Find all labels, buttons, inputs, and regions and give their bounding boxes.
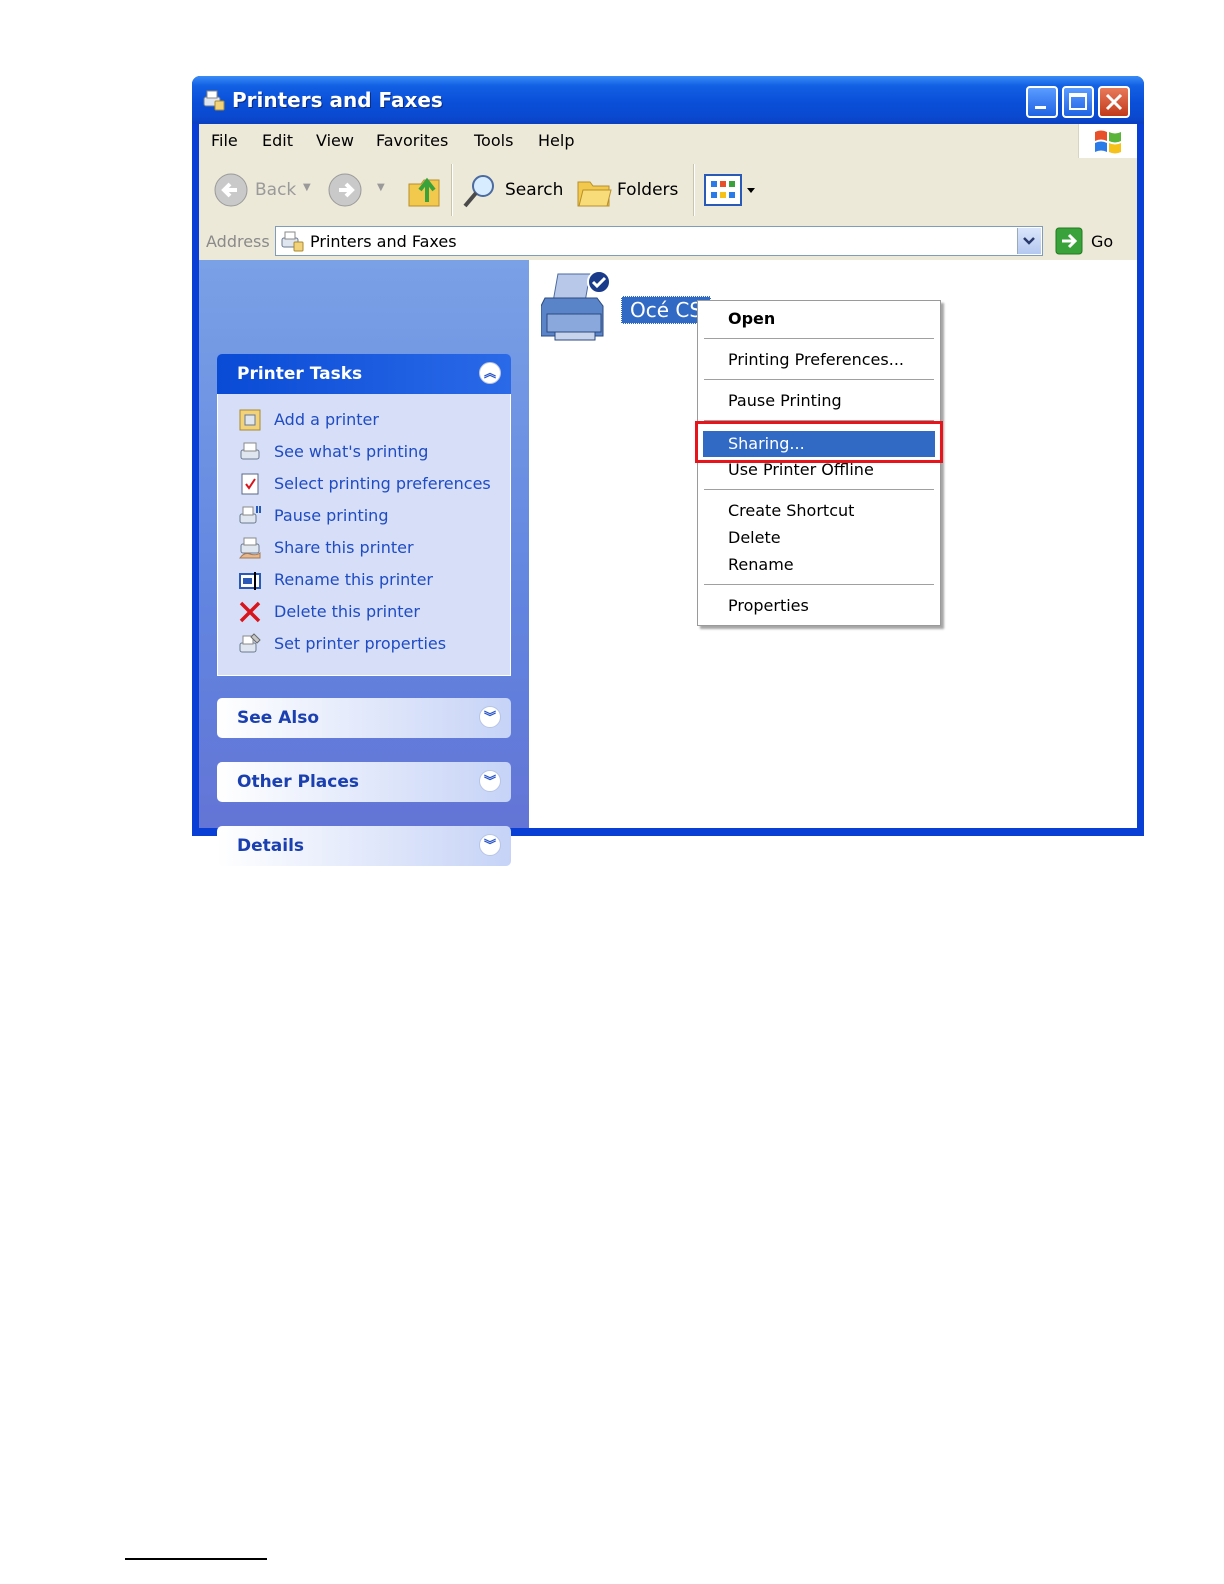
collapse-chevron-icon[interactable]: ︽: [479, 362, 501, 384]
add-printer-icon: [239, 409, 261, 431]
printer-folder-icon: [203, 90, 225, 111]
maximize-button[interactable]: [1062, 86, 1094, 118]
expand-chevron-icon[interactable]: ︾: [479, 834, 501, 856]
print-queue-icon: [240, 442, 260, 460]
task-pane: Printer Tasks ︽ Add a printer See what's…: [199, 260, 529, 866]
windows-logo: [1078, 124, 1137, 158]
task-label: Pause printing: [274, 506, 389, 525]
menu-help[interactable]: Help: [538, 131, 574, 150]
address-bar: Address Printers and Faxes Go: [199, 222, 1137, 260]
search-button[interactable]: Search: [461, 168, 567, 212]
menu-separator: [704, 379, 934, 380]
printer-context-menu: Open Printing Preferences... Pause Print…: [697, 300, 941, 626]
folders-label: Folders: [617, 180, 679, 200]
footnote-rule: [125, 1558, 267, 1560]
default-printer-icon: [541, 270, 611, 341]
standard-toolbar: Back ▼ ▼ Search Folders: [199, 158, 1137, 223]
details-title: Details: [237, 836, 305, 856]
menu-view[interactable]: View: [316, 131, 354, 150]
window-title: Printers and Faxes: [232, 88, 443, 112]
folders-button[interactable]: Folders: [575, 168, 687, 212]
explorer-window: Printers and Faxes File Edit View Favori…: [192, 76, 1144, 866]
delete-x-icon: [239, 601, 261, 623]
menu-item-create-shortcut[interactable]: Create Shortcut: [728, 501, 854, 520]
title-bar[interactable]: Printers and Faxes: [192, 76, 1144, 124]
toolbar-separator: [451, 164, 453, 216]
menu-item-properties[interactable]: Properties: [728, 596, 809, 615]
task-label: See what's printing: [274, 442, 429, 461]
menu-favorites[interactable]: Favorites: [376, 131, 448, 150]
task-label: Delete this printer: [274, 602, 420, 621]
task-label: Set printer properties: [274, 634, 447, 653]
windows-flag-icon: [1095, 130, 1121, 154]
close-icon: [1105, 93, 1123, 111]
back-dropdown-icon: ▼: [303, 182, 311, 193]
rename-icon: [239, 572, 261, 590]
search-icon: [463, 175, 494, 208]
menu-bar: File Edit View Favorites Tools Help: [199, 124, 1137, 159]
address-dropdown-button[interactable]: [1017, 228, 1041, 254]
other-places-header[interactable]: Other Places ︾: [217, 762, 511, 802]
see-also-header[interactable]: See Also ︾: [217, 698, 511, 738]
task-label: Rename this printer: [274, 570, 433, 589]
menu-item-pause-printing[interactable]: Pause Printing: [728, 391, 842, 410]
views-grid-icon: [704, 174, 755, 206]
go-button[interactable]: Go: [1091, 232, 1113, 251]
printer-tasks-panel: Add a printer See what's printing Select…: [217, 394, 511, 676]
back-button[interactable]: Back ▼: [209, 168, 319, 212]
address-label: Address: [206, 232, 270, 251]
up-folder-button[interactable]: [405, 170, 443, 210]
printer-properties-icon: [239, 633, 261, 653]
printer-folder-icon: [281, 231, 304, 252]
expand-chevron-icon[interactable]: ︾: [479, 706, 501, 728]
task-label: Select printing preferences: [274, 474, 491, 493]
maximize-icon: [1069, 93, 1087, 110]
menu-edit[interactable]: Edit: [262, 131, 293, 150]
see-also-title: See Also: [237, 708, 320, 728]
pause-printer-icon: [239, 506, 261, 524]
back-arrow-icon: [214, 173, 248, 207]
chevron-down-icon: [1023, 237, 1035, 245]
address-input[interactable]: Printers and Faxes: [275, 226, 1043, 256]
search-label: Search: [505, 180, 564, 200]
sharing-callout-highlight: [695, 421, 943, 463]
task-label: Share this printer: [274, 538, 414, 557]
expand-chevron-icon[interactable]: ︾: [479, 770, 501, 792]
printer-tasks-title: Printer Tasks: [237, 364, 363, 384]
menu-item-rename[interactable]: Rename: [728, 555, 794, 574]
forward-dropdown-icon: ▼: [377, 182, 385, 193]
menu-item-delete[interactable]: Delete: [728, 528, 781, 547]
address-value: Printers and Faxes: [310, 232, 457, 251]
share-printer-icon: [239, 537, 261, 559]
printer-tasks-header[interactable]: Printer Tasks ︽: [217, 354, 511, 394]
forward-button[interactable]: ▼: [327, 168, 395, 212]
forward-arrow-icon: [328, 173, 362, 207]
folders-icon: [577, 181, 612, 207]
menu-item-open[interactable]: Open: [728, 309, 775, 328]
preferences-document-icon: [241, 473, 259, 495]
menu-tools[interactable]: Tools: [474, 131, 513, 150]
menu-separator: [704, 584, 934, 585]
close-button[interactable]: [1098, 86, 1130, 118]
task-label: Add a printer: [274, 410, 379, 429]
menu-file[interactable]: File: [211, 131, 238, 150]
minimize-button[interactable]: [1026, 86, 1058, 118]
go-arrow-icon[interactable]: [1055, 227, 1083, 255]
menu-separator: [704, 338, 934, 339]
menu-separator: [704, 489, 934, 490]
details-header[interactable]: Details ︾: [217, 826, 511, 866]
minimize-icon: [1035, 106, 1046, 109]
other-places-title: Other Places: [237, 772, 359, 792]
views-button[interactable]: [703, 172, 759, 208]
menu-item-printing-preferences[interactable]: Printing Preferences...: [728, 350, 904, 369]
toolbar-separator: [693, 164, 695, 216]
back-label: Back: [255, 180, 297, 200]
